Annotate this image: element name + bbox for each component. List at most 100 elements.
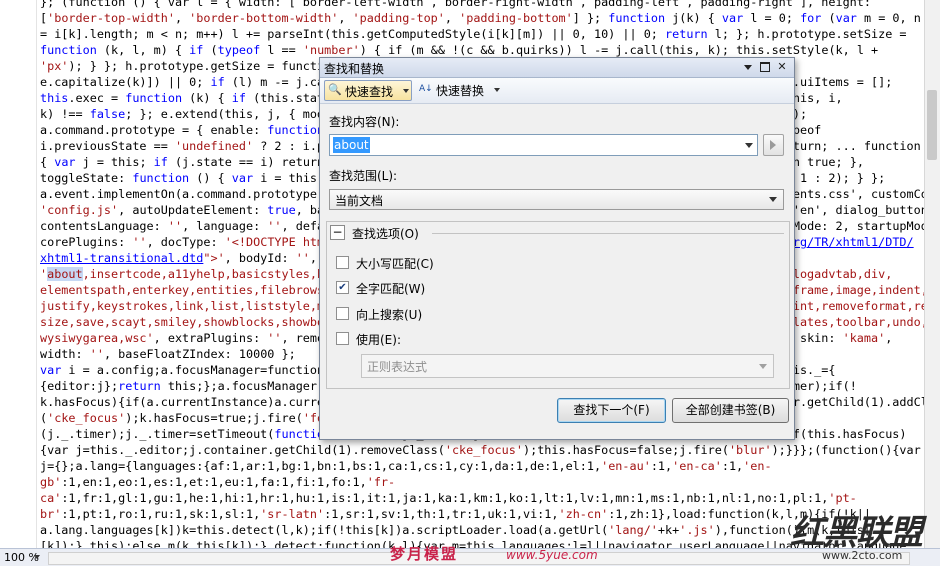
zoom-dropdown-icon[interactable] [34,555,40,559]
chevron-down-icon[interactable] [745,143,753,148]
search-up-label[interactable]: 向上搜索(U) [356,306,422,323]
search-up-checkbox[interactable] [336,307,349,320]
chevron-down-icon[interactable] [403,89,409,93]
expression-builder-button[interactable] [763,134,784,156]
code-token: :1, [650,459,673,473]
code-token: , baseFloatZIndex: 10000 }; [103,347,296,361]
code-token: , language: [182,219,268,233]
use-label[interactable]: 使用(E): [356,331,401,348]
code-token: br' [40,507,62,521]
code-token: .exec = [68,91,126,105]
code-token: 'en- [743,459,772,473]
code-line[interactable]: ca':1,fr:1,gl:1,gu:1,he:1,hi:1,hr:1,hu:1… [40,490,925,506]
find-what-value[interactable]: about [333,137,370,153]
replace-icon: A↓ [419,84,433,94]
code-token: var [835,11,857,25]
code-token: ( [203,43,218,57]
chevron-down-icon [759,364,767,369]
code-token: 'border-top-width' [47,11,175,25]
code-token: 'padding-bottom' [459,11,573,25]
code-token: 'pt- [828,491,857,505]
code-token: '' [89,347,104,361]
code-token: );k.hasFocus=true;j.fire( [125,411,303,425]
code-token: , extraPlugins: [153,331,268,345]
editor-gutter [0,0,37,548]
code-token: var [54,155,76,169]
code-line[interactable]: {var j=this._.editor;j.container.getChil… [40,442,925,458]
code-token: :1,sr:1,sv:1,th:1,tr:1,uk:1,vi:1, [324,507,559,521]
code-line[interactable]: function (k, l, m) { if (typeof l == 'nu… [40,42,925,58]
code-token: for [800,11,822,25]
code-token: if [210,75,225,89]
match-whole-word-label[interactable]: 全字匹配(W) [356,280,425,297]
code-token: false [89,107,126,121]
code-token: j(k) { [665,11,722,25]
code-line[interactable]: j={};a.lang={languages:{af:1,ar:1,bg:1,b… [40,458,925,474]
code-token: if [231,91,247,105]
vertical-scrollbar[interactable] [924,0,940,548]
code-token: j = this; [75,155,154,169]
horizontal-scrollbar[interactable] [48,552,910,565]
code-token: :1,fr:1,gl:1,gu:1,he:1,hi:1,hr:1,hu:1,is… [61,491,829,505]
code-token: '' [267,331,282,345]
code-token: 'padding-top' [352,11,445,25]
code-token: k) !== [40,107,90,121]
code-token: , [174,11,190,25]
bookmark-all-button[interactable]: 全部创建书签(B) [672,398,789,423]
dialog-title: 查找和替换 [324,62,385,76]
code-token: {editor:j}; [40,379,119,393]
close-icon[interactable]: ✕ [775,60,789,74]
code-token: 'number' [302,43,360,57]
code-token: 'fr- [366,475,396,489]
find-next-button[interactable]: 查找下一个(F) [557,398,666,423]
code-token: 'en-ca' [672,459,722,473]
code-token: 'cke_focus' [444,443,523,457]
code-token: [k]);},this);else m(k,this[k]);},detect:… [40,539,914,548]
code-line[interactable]: = i[k].length; m < n; m++) l += parseInt… [40,26,925,42]
code-token: , autoUpdateElement: [118,203,268,217]
quick-find-tab[interactable]: 🔍 快速查找 [324,80,412,101]
code-token: var [231,171,254,185]
code-token: function [132,171,190,185]
code-token: ) { if (m && !(c && b.quirks)) l -= j.ca… [359,43,879,57]
look-in-select[interactable]: 当前文档 [329,189,784,210]
use-checkbox[interactable] [336,332,349,345]
chevron-down-icon[interactable] [769,197,777,202]
code-line[interactable]: gb':1,en:1,eo:1,es:1,et:1,eu:1,fa:1,fi:1… [40,474,925,490]
code-token: 'zh-cn' [558,507,609,521]
code-token: ">' [203,251,225,265]
code-token: i.previousState == [40,139,175,153]
code-token: 'blur' [728,443,772,457]
code-token: '' [132,235,147,249]
find-what-input[interactable]: about [329,134,758,156]
code-token: j={};a.lang={languages:{af:1,ar:1,bg:1,b… [40,459,602,473]
match-whole-word-checkbox[interactable]: ✔ [336,281,349,294]
scrollbar-thumb[interactable] [927,90,937,160]
code-token: a.event.implementOn(a.command.prototype, [40,187,332,201]
match-case-label[interactable]: 大小写匹配(C) [356,255,434,272]
restore-icon[interactable] [758,60,772,74]
code-line[interactable]: ['border-top-width', 'border-bottom-widt… [40,10,925,26]
code-token: '.js' [679,523,715,537]
dialog-toolbar: 🔍 快速查找 A↓ 快速替换 [320,78,794,104]
dialog-titlebar[interactable]: 查找和替换 ✕ [320,58,794,78]
collapse-icon[interactable]: − [330,225,345,240]
chevron-down-icon[interactable] [494,88,500,92]
code-token: = i[k].length; m < n; m++) l += parseInt… [40,27,666,41]
code-token: if [189,43,204,57]
code-token: 'en-au' [601,459,651,473]
code-token: var [721,11,744,25]
find-what-label: 查找内容(N): [329,115,400,129]
code-token: 'border-bottom-width' [189,11,339,25]
code-token: , [444,11,460,25]
quick-replace-label: 快速替换 [436,84,485,98]
code-token: corePlugins: [40,235,133,249]
group-divider [432,233,784,234]
quick-replace-tab[interactable]: A↓ 快速替换 [416,80,502,99]
find-options-label[interactable]: 查找选项(O) [352,225,419,242]
code-line[interactable]: }; (function () { var l = { width: [ bor… [40,0,925,10]
code-token: ] }; [572,11,609,25]
window-menu-icon[interactable] [741,60,755,74]
code-token: contentsLanguage: [40,219,168,233]
match-case-checkbox[interactable] [336,256,349,269]
